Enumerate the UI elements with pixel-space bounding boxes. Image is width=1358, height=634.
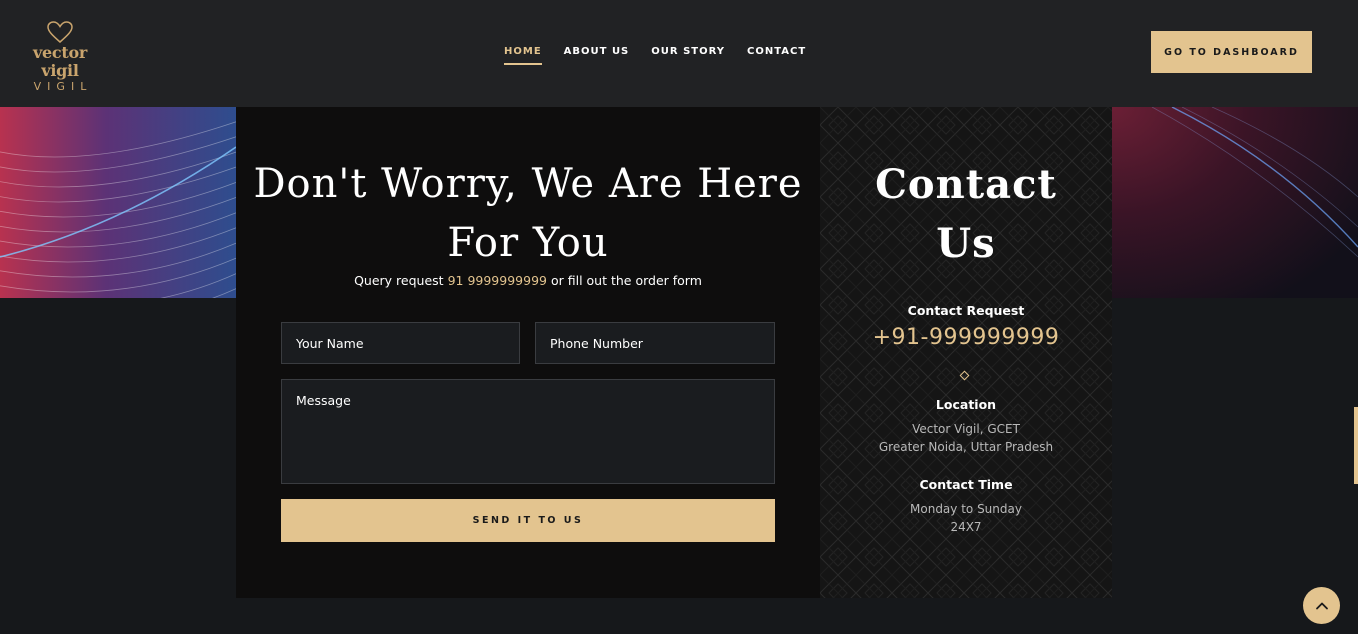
side-edge-tab[interactable] — [1354, 407, 1358, 484]
contact-time-label: Contact Time — [919, 477, 1013, 492]
brand-sub: VIGIL — [33, 80, 93, 93]
brand-logo[interactable]: vector vigil VIGIL — [12, 20, 108, 93]
contact-info-content: Contact Us Contact Request +91-999999999… — [820, 107, 1112, 598]
diamond-divider-icon — [959, 370, 970, 381]
query-suffix: or fill out the order form — [550, 273, 702, 288]
location-label: Location — [935, 397, 997, 412]
query-phone-link[interactable]: 91 9999999999 — [448, 273, 547, 288]
main-nav: HOME ABOUT US OUR STORY CONTACT — [504, 46, 828, 65]
contact-info-panel: Contact Us Contact Request +91-999999999… — [820, 107, 1112, 598]
location-line-2: Greater Noida, Uttar Pradesh — [878, 440, 1054, 454]
wave-lines-decoration — [0, 121, 236, 298]
scroll-to-top-button[interactable] — [1303, 587, 1340, 624]
contact-time-line-1: Monday to Sunday — [910, 502, 1022, 516]
nav-item-home[interactable]: HOME — [504, 46, 542, 65]
query-request-text: Query request 91 9999999999 or fill out … — [236, 273, 820, 288]
contact-request-label: Contact Request — [907, 303, 1025, 318]
contact-title: Contact Us — [820, 155, 1112, 273]
contact-time-line-2: 24X7 — [950, 520, 982, 534]
hero-background-left — [0, 107, 236, 298]
send-it-to-us-button[interactable]: SEND IT TO US — [281, 499, 775, 542]
phone-number-input[interactable] — [535, 322, 775, 364]
nav-item-about-us[interactable]: ABOUT US — [564, 46, 630, 65]
your-name-input[interactable] — [281, 322, 520, 364]
form-headline: Don't Worry, We Are Here For You — [236, 155, 820, 273]
chevron-up-icon — [1315, 602, 1328, 609]
site-header: vector vigil VIGIL HOME ABOUT US OUR STO… — [0, 0, 1358, 107]
message-textarea[interactable] — [281, 379, 775, 484]
headline-line-2: For You — [447, 220, 609, 266]
nav-item-contact[interactable]: CONTACT — [747, 46, 806, 65]
go-to-dashboard-button[interactable]: GO TO DASHBOARD — [1151, 31, 1312, 73]
location-line-1: Vector Vigil, GCET — [912, 422, 1020, 436]
contact-title-line-1: Contact — [875, 161, 1057, 208]
nav-item-our-story[interactable]: OUR STORY — [651, 46, 725, 65]
contact-phone-link[interactable]: +91-999999999 — [820, 325, 1112, 350]
contact-title-line-2: Us — [936, 220, 996, 267]
curve-lines-decoration — [1151, 107, 1358, 258]
query-prefix: Query request — [354, 273, 444, 288]
hero-background-right — [1112, 107, 1358, 298]
brand-name: vector vigil — [33, 43, 87, 80]
heart-outline-icon — [47, 21, 73, 43]
headline-line-1: Don't Worry, We Are Here — [253, 161, 803, 207]
contact-form-section: Don't Worry, We Are Here For You Query r… — [236, 107, 820, 598]
